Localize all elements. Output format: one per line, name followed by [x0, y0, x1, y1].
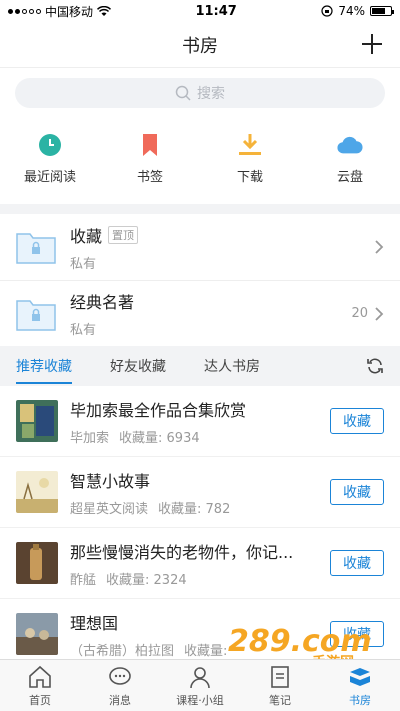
quick-entries: 最近阅读 书签 下载 云盘 — [0, 118, 400, 198]
folder-text: 收藏 置顶 私有 — [70, 223, 374, 272]
favorite-button[interactable]: 收藏 — [330, 408, 384, 434]
favorite-button[interactable]: 收藏 — [330, 550, 384, 576]
books-icon — [350, 667, 370, 686]
quick-label: 书签 — [136, 169, 163, 185]
status-time: 11:47 — [195, 3, 237, 19]
list-item-author: 酢艋 — [70, 572, 97, 588]
locked-folder-icon — [16, 233, 56, 264]
search-icon — [175, 85, 191, 101]
folder-right: 20 — [351, 306, 384, 322]
pinned-tag: 置顶 — [108, 225, 139, 244]
list-item-title: 智慧小故事 — [70, 471, 151, 491]
book-cover-image — [16, 613, 58, 655]
list-item-text: 智慧小故事 超星英文阅读 收藏量: 782 — [70, 468, 320, 517]
note-icon — [271, 665, 289, 688]
folder-privacy: 私有 — [70, 323, 97, 338]
bottom-tab-bar: 首页 消息 课程·小组 笔记 书房 — [0, 659, 400, 711]
quick-downloads[interactable]: 下载 — [200, 132, 300, 185]
list-item-count: 收藏量: 782 — [158, 501, 231, 517]
user-icon — [190, 666, 210, 688]
signal-icon — [8, 8, 41, 14]
wifi-icon — [97, 5, 112, 16]
refresh-icon[interactable] — [366, 357, 384, 375]
folder-privacy: 私有 — [70, 256, 97, 272]
folder-title: 经典名著 — [70, 293, 135, 312]
list-item-author: 毕加索 — [70, 430, 110, 446]
folder-right — [374, 239, 384, 255]
tab-recommended-favorites[interactable]: 推荐收藏 — [16, 346, 72, 386]
folder-text: 经典名著 私有 — [70, 289, 351, 338]
tabbar-item-notes[interactable]: 笔记 — [240, 660, 320, 711]
bookmark-icon — [137, 132, 163, 158]
tab-expert-library[interactable]: 达人书房 — [204, 346, 260, 386]
list-item-meta: 毕加索 收藏量: 6934 — [70, 427, 320, 446]
tabbar-label: 消息 — [109, 693, 131, 707]
folder-count: 20 — [351, 306, 368, 321]
battery-icon — [369, 6, 394, 16]
quick-label: 下载 — [236, 169, 263, 185]
list-item-meta: 超星英文阅读 收藏量: 782 — [70, 498, 320, 517]
book-cover-image — [16, 400, 58, 442]
quick-label: 云盘 — [336, 169, 363, 185]
watermark-text: 289.com — [228, 624, 372, 659]
section-divider — [0, 204, 400, 214]
home-icon — [29, 665, 51, 688]
list-item-meta: 酢艋 收藏量: 2324 — [70, 569, 320, 588]
folder-title: 收藏 — [70, 226, 103, 246]
list-item[interactable]: 毕加索最全作品合集欣赏 毕加索 收藏量: 6934 收藏 — [0, 386, 400, 457]
tabbar-label: 书房 — [349, 693, 371, 707]
tabbar-label: 笔记 — [269, 693, 291, 707]
carrier-label: 中国移动 — [45, 4, 94, 19]
quick-bookmarks[interactable]: 书签 — [100, 132, 200, 185]
status-bar: 中国移动 11:47 74% — [0, 0, 400, 22]
rotation-lock-icon — [321, 5, 333, 17]
quick-label: 最近阅读 — [23, 169, 76, 185]
list-item-count: 收藏量: 6934 — [119, 430, 200, 446]
tab-friend-favorites[interactable]: 好友收藏 — [110, 346, 166, 386]
list-item-text: 那些慢慢消失的老物件，你记... 酢艋 收藏量: 2324 — [70, 539, 320, 588]
page-title: 书房 — [182, 35, 218, 57]
chevron-right-icon — [375, 306, 384, 321]
search-input[interactable]: 搜索 — [15, 78, 385, 108]
message-icon — [109, 666, 131, 685]
list-item[interactable]: 智慧小故事 超星英文阅读 收藏量: 782 收藏 — [0, 457, 400, 528]
quick-recent-reading[interactable]: 最近阅读 — [0, 132, 100, 185]
tabbar-item-courses[interactable]: 课程·小组 — [160, 660, 240, 711]
folder-row-favorites[interactable]: 收藏 置顶 私有 — [0, 214, 400, 280]
status-left: 中国移动 — [8, 3, 112, 20]
locked-folder-icon — [16, 299, 56, 331]
list-item-count: 收藏量: — [184, 643, 228, 659]
list-item-count: 收藏量: 2324 — [106, 572, 187, 588]
chevron-right-icon — [375, 240, 384, 254]
folder-title-row: 收藏 置顶 — [70, 223, 374, 247]
download-icon — [237, 132, 263, 158]
search-placeholder: 搜索 — [197, 86, 225, 102]
clock-icon — [37, 132, 63, 158]
list-item-title: 毕加索最全作品合集欣赏 — [70, 400, 247, 420]
book-cover-image — [16, 471, 58, 513]
tabbar-item-library[interactable]: 书房 — [320, 660, 400, 711]
book-cover-image — [16, 542, 58, 584]
list-item-text: 毕加索最全作品合集欣赏 毕加索 收藏量: 6934 — [70, 397, 320, 446]
search-wrap: 搜索 — [0, 68, 400, 118]
cloud-icon — [337, 132, 363, 158]
battery-percent: 74% — [338, 4, 365, 18]
quick-cloud[interactable]: 云盘 — [300, 132, 400, 185]
add-icon[interactable] — [358, 30, 386, 58]
list-item-author: 超星英文阅读 — [70, 501, 149, 517]
favorite-button[interactable]: 收藏 — [330, 479, 384, 505]
folder-row-classics[interactable]: 经典名著 私有 20 — [0, 280, 400, 346]
list-item[interactable]: 那些慢慢消失的老物件，你记... 酢艋 收藏量: 2324 收藏 — [0, 528, 400, 599]
nav-bar: 书房 — [0, 22, 400, 68]
list-item-title: 那些慢慢消失的老物件，你记... — [70, 542, 294, 562]
tabbar-item-home[interactable]: 首页 — [0, 660, 80, 711]
status-right: 74% — [321, 4, 394, 18]
tabbar-item-messages[interactable]: 消息 — [80, 660, 160, 711]
folder-title-row: 经典名著 — [70, 289, 351, 313]
tabbar-label: 首页 — [29, 693, 51, 707]
tabbar-label: 课程·小组 — [176, 693, 224, 707]
recommend-tabs: 推荐收藏 好友收藏 达人书房 — [0, 346, 400, 386]
list-item-author: （古希腊）柏拉图 — [70, 643, 175, 659]
